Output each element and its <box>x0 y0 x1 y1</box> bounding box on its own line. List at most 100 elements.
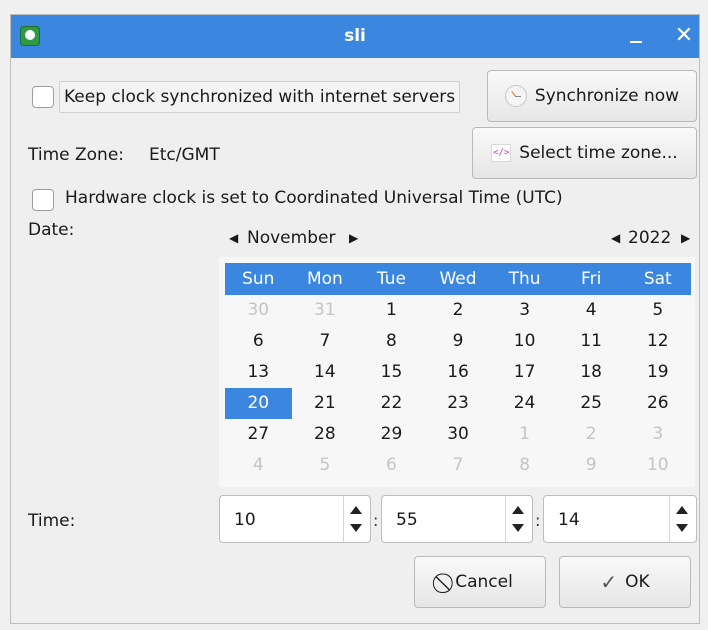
calendar-day[interactable]: 12 <box>624 326 691 357</box>
utc-label: Hardware clock is set to Coordinated Uni… <box>65 188 563 208</box>
calendar-day[interactable]: 21 <box>292 388 359 419</box>
increment-icon[interactable] <box>350 506 362 514</box>
timezone-label: Time Zone: <box>28 145 125 165</box>
calendar-day[interactable]: 30 <box>225 295 292 326</box>
calendar-week-row: 27 28 29 30 1 2 3 <box>225 419 691 450</box>
calendar-day[interactable]: 24 <box>491 388 558 419</box>
decrement-icon[interactable] <box>350 524 362 532</box>
calendar-day[interactable]: 9 <box>425 326 492 357</box>
calendar-day[interactable]: 6 <box>225 326 292 357</box>
utc-checkbox[interactable] <box>32 189 54 211</box>
time-label: Time: <box>28 511 76 531</box>
calendar-day[interactable]: 23 <box>425 388 492 419</box>
day-headers: Sun Mon Tue Wed Thu Fri Sat <box>225 263 691 295</box>
calendar-week-row: 6 7 8 9 10 11 12 <box>225 326 691 357</box>
calendar-day[interactable]: 17 <box>491 357 558 388</box>
date-label: Date: <box>28 220 75 240</box>
calendar-day[interactable]: 19 <box>624 357 691 388</box>
calendar-day[interactable]: 5 <box>292 450 359 481</box>
calendar-day[interactable]: 10 <box>624 450 691 481</box>
clock-icon <box>504 85 527 107</box>
calendar-day[interactable]: 29 <box>358 419 425 450</box>
calendar-week-row: 4 5 6 7 8 9 10 <box>225 450 691 481</box>
calendar-day[interactable]: 7 <box>292 326 359 357</box>
hour-spinbox[interactable]: 10 <box>219 495 371 543</box>
cancel-label: Cancel <box>455 572 513 592</box>
day-header: Sun <box>242 269 275 289</box>
ok-button[interactable]: ✓ OK <box>559 556 691 608</box>
decrement-icon[interactable] <box>512 524 524 532</box>
increment-icon[interactable] <box>676 506 688 514</box>
calendar-day[interactable]: 18 <box>558 357 625 388</box>
calendar-day[interactable]: 9 <box>558 450 625 481</box>
next-year-icon[interactable]: ▶ <box>681 231 690 245</box>
calendar-day[interactable]: 10 <box>491 326 558 357</box>
calendar-day[interactable]: 8 <box>358 326 425 357</box>
calendar-day[interactable]: 13 <box>225 357 292 388</box>
calendar-day[interactable]: 28 <box>292 419 359 450</box>
hour-value: 10 <box>234 510 256 530</box>
time-separator: : <box>535 511 541 530</box>
calendar-day[interactable]: 27 <box>225 419 292 450</box>
calendar-day[interactable]: 6 <box>358 450 425 481</box>
minute-value: 55 <box>396 510 418 530</box>
select-time-zone-label: Select time zone... <box>519 143 678 163</box>
minute-spinbox[interactable]: 55 <box>381 495 533 543</box>
calendar-day[interactable]: 2 <box>425 295 492 326</box>
calendar-day[interactable]: 7 <box>425 450 492 481</box>
calendar: ◀ November ▶ ◀ 2022 ▶ Sun Mon Tue Wed Th… <box>219 219 695 487</box>
select-time-zone-button[interactable]: </> Select time zone... <box>472 127 697 179</box>
calendar-day[interactable]: 4 <box>225 450 292 481</box>
close-button[interactable]: ✕ <box>671 23 697 49</box>
second-spinbox[interactable]: 14 <box>543 495 697 543</box>
calendar-day[interactable]: 3 <box>491 295 558 326</box>
time-separator: : <box>373 511 379 530</box>
day-header: Sat <box>643 269 672 289</box>
ok-label: OK <box>625 572 650 592</box>
title-bar: sli ✕ <box>11 15 699 58</box>
month-label: November <box>247 228 336 248</box>
day-header: Fri <box>581 269 602 289</box>
calendar-day[interactable]: 2 <box>558 419 625 450</box>
calendar-day[interactable]: 11 <box>558 326 625 357</box>
calendar-day[interactable]: 26 <box>624 388 691 419</box>
calendar-header: ◀ November ▶ ◀ 2022 ▶ <box>219 219 695 257</box>
minimize-button[interactable] <box>623 23 649 49</box>
calendar-day[interactable]: 30 <box>425 419 492 450</box>
calendar-day[interactable]: 15 <box>358 357 425 388</box>
minute-stepper[interactable] <box>505 496 532 542</box>
sync-checkbox[interactable] <box>32 86 54 108</box>
calendar-day[interactable]: 20 <box>225 388 292 419</box>
calendar-day[interactable]: 5 <box>624 295 691 326</box>
prev-month-icon[interactable]: ◀ <box>229 231 238 245</box>
calendar-day[interactable]: 16 <box>425 357 492 388</box>
day-header: Tue <box>376 269 406 289</box>
second-stepper[interactable] <box>669 496 696 542</box>
cancel-button[interactable]: ⃠ Cancel <box>414 556 546 608</box>
hour-stepper[interactable] <box>343 496 370 542</box>
calendar-day[interactable]: 8 <box>491 450 558 481</box>
synchronize-now-label: Synchronize now <box>534 86 680 106</box>
calendar-day[interactable]: 3 <box>624 419 691 450</box>
calendar-day[interactable]: 14 <box>292 357 359 388</box>
close-icon: ✕ <box>674 23 694 48</box>
prev-year-icon[interactable]: ◀ <box>611 231 620 245</box>
calendar-day[interactable]: 25 <box>558 388 625 419</box>
next-month-icon[interactable]: ▶ <box>349 231 358 245</box>
calendar-day[interactable]: 1 <box>358 295 425 326</box>
calendar-day[interactable]: 31 <box>292 295 359 326</box>
calendar-week-row: 30 31 1 2 3 4 5 <box>225 295 691 326</box>
sync-label[interactable]: Keep clock synchronized with internet se… <box>59 81 461 113</box>
day-header: Wed <box>439 269 477 289</box>
calendar-week-row: 13 14 15 16 17 18 19 <box>225 357 691 388</box>
decrement-icon[interactable] <box>676 524 688 532</box>
calendar-day[interactable]: 1 <box>491 419 558 450</box>
synchronize-now-button[interactable]: Synchronize now <box>487 70 697 122</box>
increment-icon[interactable] <box>512 506 524 514</box>
window-title: sli <box>344 26 366 46</box>
calendar-day[interactable]: 4 <box>558 295 625 326</box>
year-label: 2022 <box>628 228 672 248</box>
calendar-day[interactable]: 22 <box>358 388 425 419</box>
day-header: Thu <box>508 269 541 289</box>
second-value: 14 <box>558 510 580 530</box>
